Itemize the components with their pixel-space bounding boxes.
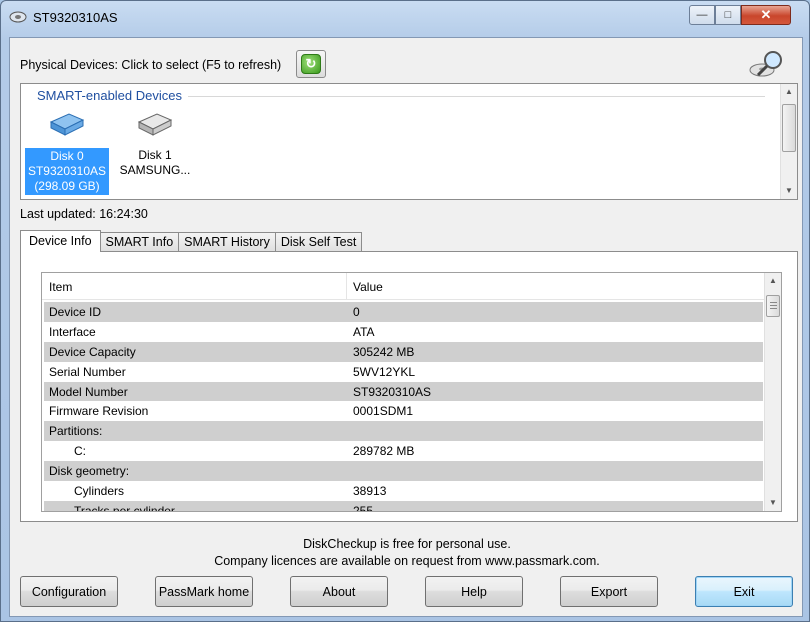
row-value-cell: 305242 MB bbox=[353, 344, 415, 359]
scroll-down-arrow-icon[interactable]: ▼ bbox=[765, 495, 781, 511]
row-item-cell: Disk geometry: bbox=[49, 464, 130, 479]
help-button[interactable]: Help bbox=[425, 576, 523, 607]
exit-button[interactable]: Exit bbox=[695, 576, 793, 607]
minimize-button[interactable]: — bbox=[689, 5, 715, 25]
refresh-icon: ↻ bbox=[301, 54, 321, 74]
tab-smart-history[interactable]: SMART History bbox=[178, 232, 276, 252]
row-value-cell: 0 bbox=[353, 305, 360, 319]
license-line-1: DiskCheckup is free for personal use. bbox=[303, 537, 511, 551]
physical-devices-label: Physical Devices: Click to select (F5 to… bbox=[20, 58, 282, 72]
row-item-cell: Model Number bbox=[49, 384, 128, 399]
row-value-cell: 289782 MB bbox=[353, 444, 415, 459]
scroll-up-arrow-icon[interactable]: ▲ bbox=[765, 273, 781, 289]
row-item-cell: Device ID bbox=[49, 305, 102, 319]
row-item-cell: C: bbox=[74, 444, 86, 459]
table-row[interactable]: Device Capacity 305242 MB bbox=[44, 341, 763, 362]
row-value-cell: 255 bbox=[353, 503, 374, 512]
magnifier-icon bbox=[749, 51, 782, 77]
disk-0-caption: Disk 0 ST9320310AS (298.09 GB) bbox=[25, 148, 109, 195]
devices-panel: SMART-enabled Devices Disk 0 ST9320310AS… bbox=[20, 83, 798, 200]
disk-1-model: SAMSUNG... bbox=[119, 163, 191, 177]
row-item-cell: Device Capacity bbox=[49, 344, 136, 359]
last-updated-text: Last updated: 16:24:30 bbox=[20, 207, 148, 221]
scrollbar-thumb[interactable] bbox=[782, 104, 796, 152]
column-divider[interactable] bbox=[346, 273, 347, 300]
row-item-cell: Tracks per cylinder bbox=[74, 503, 175, 512]
hard-disk-icon bbox=[49, 113, 85, 136]
close-button[interactable]: ✕ bbox=[741, 5, 791, 25]
table-row[interactable]: Tracks per cylinder 255 bbox=[44, 500, 763, 512]
table-row[interactable]: Disk geometry: bbox=[44, 461, 763, 482]
table-row[interactable]: Device ID 0 bbox=[44, 302, 763, 322]
scroll-down-arrow-icon[interactable]: ▼ bbox=[781, 183, 797, 199]
list-scrollbar[interactable]: ▲ ▼ bbox=[764, 273, 781, 511]
table-row[interactable]: C: 289782 MB bbox=[44, 441, 763, 461]
row-value-cell: ATA bbox=[353, 324, 375, 339]
license-notice: DiskCheckup is free for personal use. Co… bbox=[10, 536, 804, 570]
table-row[interactable]: Serial Number 5WV12YKL bbox=[44, 362, 763, 382]
maximize-button[interactable]: □ bbox=[715, 5, 741, 25]
list-header: Item Value bbox=[42, 273, 764, 300]
disk-1-caption: Disk 1 SAMSUNG... bbox=[113, 148, 197, 178]
tab-disk-self-test[interactable]: Disk Self Test bbox=[274, 232, 363, 252]
about-button[interactable]: About bbox=[290, 576, 388, 607]
export-button[interactable]: Export bbox=[560, 576, 658, 607]
row-item-cell: Firmware Revision bbox=[49, 404, 149, 419]
row-value-cell: 0001SDM1 bbox=[353, 404, 414, 419]
scrollbar-thumb[interactable] bbox=[766, 295, 780, 317]
row-value-cell: 5WV12YKL bbox=[353, 364, 416, 379]
window-title: ST9320310AS bbox=[33, 10, 118, 25]
tab-device-info[interactable]: Device Info bbox=[20, 230, 101, 252]
row-value-cell: 38913 bbox=[353, 484, 387, 499]
column-header-item[interactable]: Item bbox=[49, 280, 72, 294]
device-info-panel: Item Value Device ID 0 Interface ATA Device … bbox=[20, 251, 798, 522]
app-window: ST9320310AS — □ ✕ Physical Devices: Clic… bbox=[0, 0, 810, 622]
table-row[interactable]: Model Number ST9320310AS bbox=[44, 381, 763, 402]
row-item-cell: Cylinders bbox=[74, 484, 125, 499]
disk-0-model: ST9320310AS bbox=[27, 164, 107, 178]
table-row[interactable]: Cylinders 38913 bbox=[44, 481, 763, 501]
list-rows: Device ID 0 Interface ATA Device Capacity 305… bbox=[44, 302, 763, 512]
disk-0-item[interactable]: Disk 0 ST9320310AS (298.09 GB) bbox=[25, 108, 109, 195]
disk-0-name: Disk 0 bbox=[50, 149, 84, 163]
disk-1-name: Disk 1 bbox=[138, 148, 172, 162]
column-header-value[interactable]: Value bbox=[353, 280, 383, 294]
disk-app-icon bbox=[9, 11, 27, 23]
main-client-area: Physical Devices: Click to select (F5 to… bbox=[9, 37, 803, 617]
title-bar[interactable]: ST9320310AS — □ ✕ bbox=[1, 1, 809, 35]
row-item-cell: Interface bbox=[49, 324, 96, 339]
devices-scrollbar[interactable]: ▲ ▼ bbox=[780, 84, 797, 199]
button-bar: Configuration PassMark home About Help E… bbox=[20, 576, 796, 608]
row-item-cell: Serial Number bbox=[49, 364, 126, 379]
tab-strip: Device Info SMART Info SMART History Dis… bbox=[20, 230, 363, 252]
table-row[interactable]: Firmware Revision 0001SDM1 bbox=[44, 401, 763, 421]
refresh-button[interactable]: ↻ bbox=[296, 50, 326, 78]
passmark-home-button[interactable]: PassMark home bbox=[155, 576, 253, 607]
device-info-list[interactable]: Item Value Device ID 0 Interface ATA Device … bbox=[41, 272, 782, 512]
configuration-button[interactable]: Configuration bbox=[20, 576, 118, 607]
scroll-up-arrow-icon[interactable]: ▲ bbox=[781, 84, 797, 100]
disk-0-size: (298.09 GB) bbox=[34, 179, 100, 193]
license-line-2: Company licences are available on reques… bbox=[214, 554, 600, 568]
disk-1-item[interactable]: Disk 1 SAMSUNG... bbox=[113, 108, 197, 178]
row-item-cell: Partitions: bbox=[49, 424, 103, 439]
table-row[interactable]: Partitions: bbox=[44, 421, 763, 442]
tab-smart-info[interactable]: SMART Info bbox=[99, 232, 180, 252]
hard-disk-icon bbox=[137, 113, 173, 136]
row-value-cell: ST9320310AS bbox=[353, 384, 432, 399]
table-row[interactable]: Interface ATA bbox=[44, 322, 763, 342]
smart-devices-header: SMART-enabled Devices bbox=[37, 88, 188, 103]
